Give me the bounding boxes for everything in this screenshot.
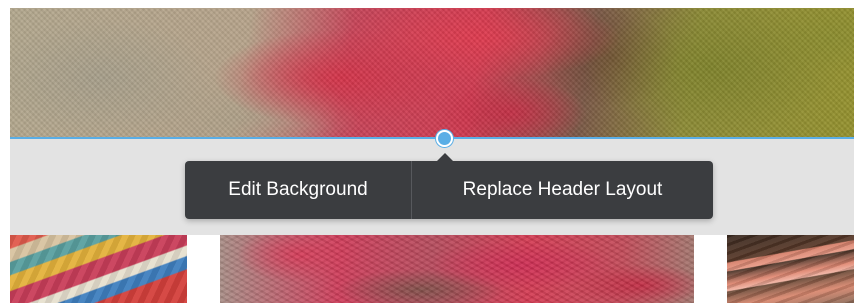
header-resize-handle[interactable] bbox=[436, 130, 453, 147]
header-background-image[interactable] bbox=[10, 8, 854, 138]
replace-header-layout-button[interactable]: Replace Header Layout bbox=[412, 161, 713, 219]
editor-canvas: Edit Background Replace Header Layout bbox=[0, 0, 854, 303]
section-thumbnail-right[interactable] bbox=[727, 235, 854, 303]
section-thumbnail-center[interactable] bbox=[220, 235, 694, 303]
header-resize-line[interactable] bbox=[10, 137, 854, 139]
context-menu-pointer bbox=[437, 153, 453, 161]
header-context-menu: Edit Background Replace Header Layout bbox=[185, 153, 713, 219]
section-thumbnail-left[interactable] bbox=[10, 235, 187, 303]
edit-background-button[interactable]: Edit Background bbox=[185, 161, 411, 219]
